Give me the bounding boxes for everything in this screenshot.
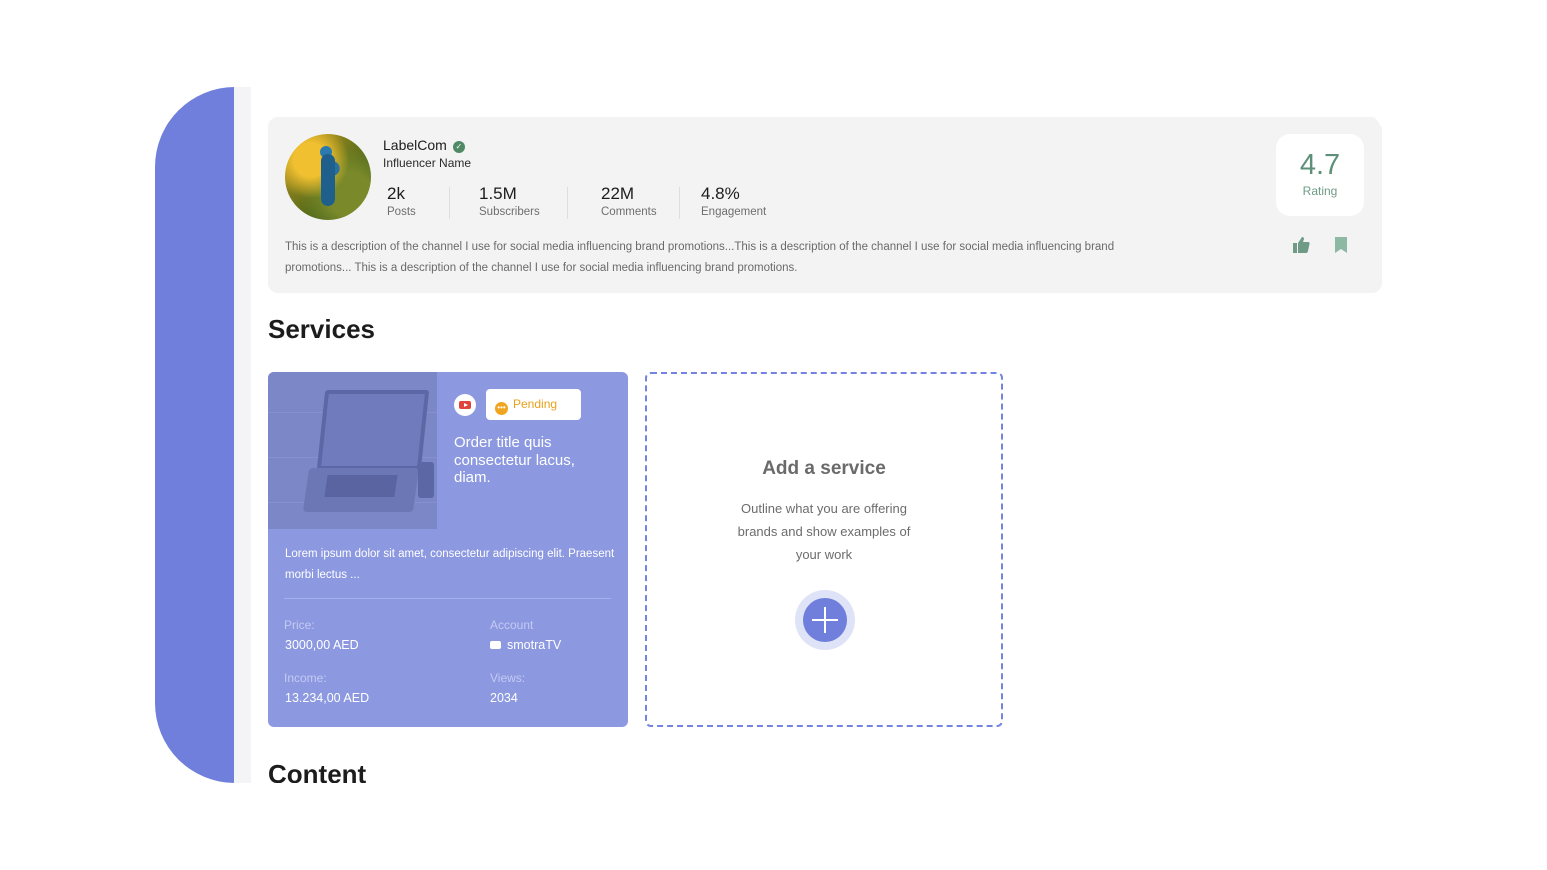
price-value: 3000,00 AED [285, 638, 359, 652]
stat-subscribers: 1.5M Subscribers [479, 184, 540, 218]
services-heading: Services [268, 314, 375, 344]
add-service-title: Add a service [762, 458, 886, 479]
rating-label: Rating [1302, 184, 1338, 198]
youtube-icon [454, 394, 476, 416]
views-label: Views: [490, 671, 526, 685]
pending-icon: ••• [495, 402, 508, 415]
profile-name: LabelCom [383, 137, 447, 153]
youtube-icon [490, 641, 501, 649]
sidebar [155, 87, 234, 783]
add-service-card[interactable]: Add a service Outline what you are offer… [645, 372, 1003, 727]
profile-card: LabelCom ✓ Influencer Name 2k Posts 1.5M … [268, 117, 1382, 293]
plus-icon [803, 598, 847, 642]
rating-value: 4.7 [1299, 149, 1341, 181]
stat-engagement: 4.8% Engagement [701, 184, 766, 218]
card-divider [284, 598, 611, 599]
add-service-button[interactable] [795, 590, 855, 650]
views-value: 2034 [490, 691, 518, 705]
profile-name-row: LabelCom ✓ [383, 137, 465, 153]
stat-label: Comments [601, 206, 657, 218]
profile-subtitle: Influencer Name [383, 156, 472, 170]
stat-value: 2k [387, 184, 405, 203]
add-service-description: Outline what you are offering brands and… [737, 501, 911, 562]
status-label: Pending [513, 397, 558, 411]
stat-label: Posts [387, 206, 416, 218]
stat-value: 1.5M [479, 184, 517, 203]
thumbs-up-icon[interactable] [1291, 235, 1311, 255]
stat-divider [567, 187, 568, 219]
main-panel: LabelCom ✓ Influencer Name 2k Posts 1.5M … [251, 99, 1392, 783]
account-value-row: smotraTV [490, 638, 561, 652]
account-value: smotraTV [507, 638, 562, 652]
stat-label: Subscribers [479, 206, 540, 218]
profile-description: This is a description of the channel I u… [285, 241, 1115, 274]
income-label: Income: [284, 671, 327, 685]
status-badge: ••• Pending [486, 389, 581, 420]
rating-box: 4.7 Rating [1276, 134, 1364, 216]
stat-value: 22M [601, 184, 635, 203]
service-card[interactable]: ••• Pending Order title quis consectetur … [268, 372, 628, 727]
content-heading: Content [268, 759, 367, 783]
stat-divider [449, 187, 450, 219]
account-label: Account [490, 618, 534, 632]
stat-comments: 22M Comments [601, 184, 657, 218]
income-value: 13.234,00 AED [285, 691, 370, 705]
stat-posts: 2k Posts [387, 184, 416, 218]
verified-icon: ✓ [452, 141, 465, 153]
sidebar-gutter [234, 87, 251, 783]
stat-label: Engagement [701, 206, 767, 218]
service-title: Order title quis consectetur lacus, diam… [454, 434, 575, 486]
avatar [285, 134, 371, 220]
app-frame: LabelCom ✓ Influencer Name 2k Posts 1.5M … [155, 87, 1392, 783]
price-label: Price: [284, 618, 315, 632]
bookmark-icon[interactable] [1331, 235, 1351, 255]
stat-divider [679, 187, 680, 219]
service-thumbnail [268, 372, 437, 529]
stat-value: 4.8% [701, 184, 740, 203]
service-description: Lorem ipsum dolor sit amet, consectetur … [285, 548, 615, 581]
